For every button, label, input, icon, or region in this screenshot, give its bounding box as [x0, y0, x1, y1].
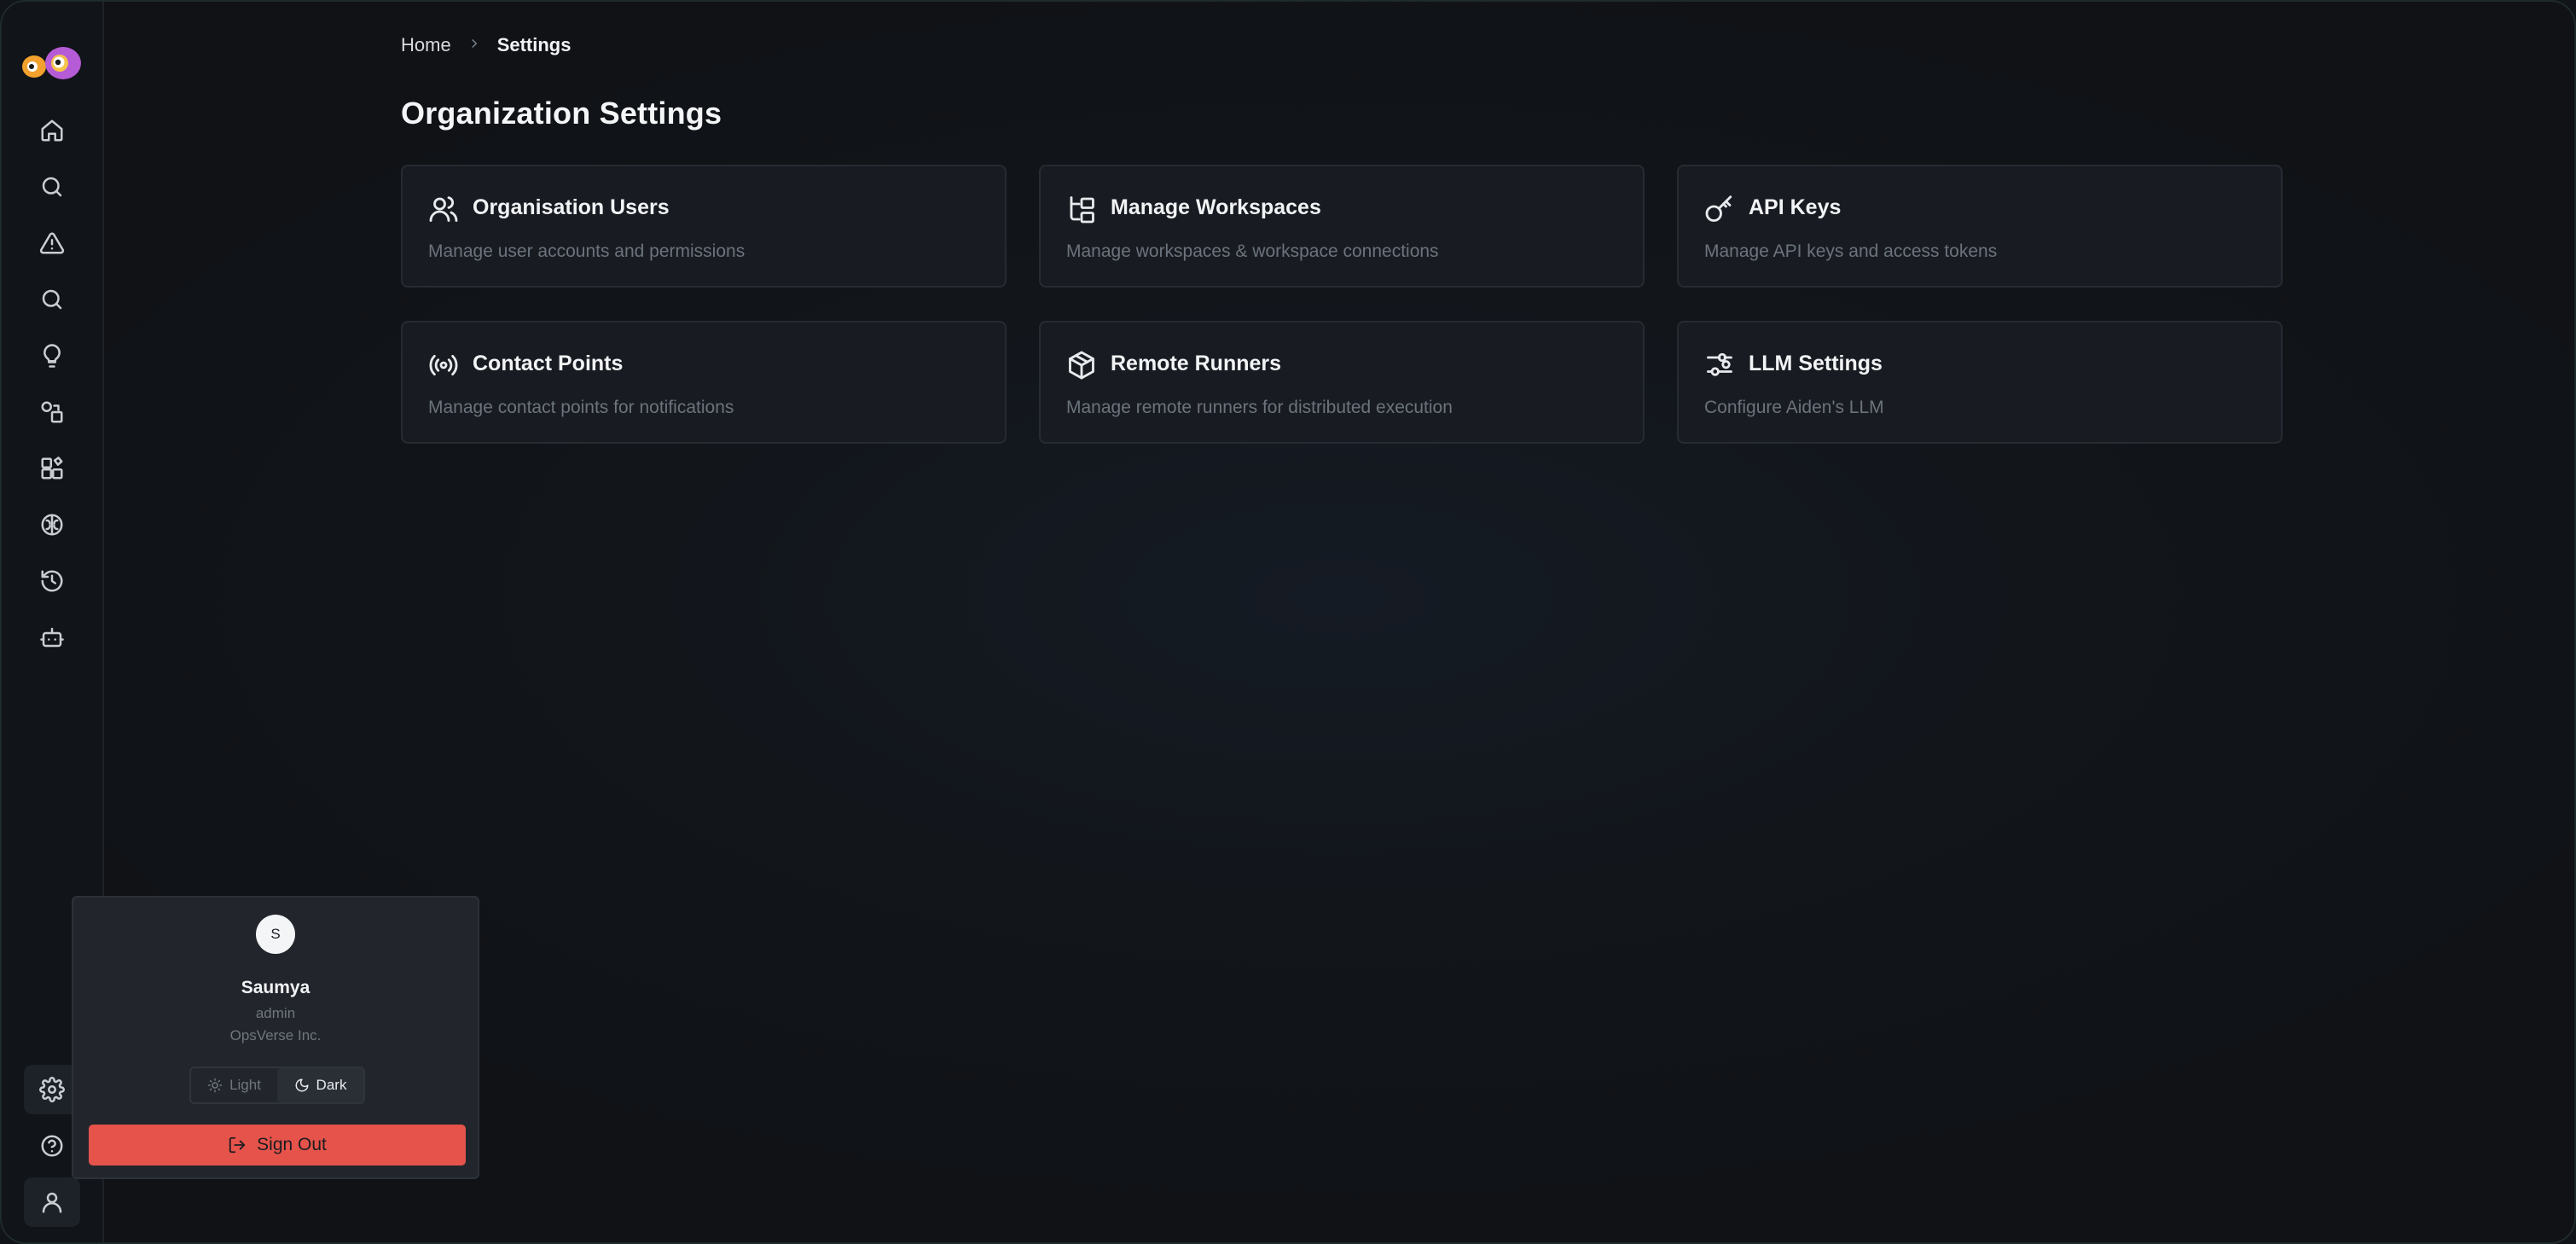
home-icon[interactable]: [24, 106, 80, 155]
card-title: LLM Settings: [1749, 352, 1883, 375]
app-window: Home Settings Organization Settings Orga…: [0, 0, 2576, 1244]
app-logo[interactable]: [20, 44, 84, 85]
shapes-icon[interactable]: [24, 387, 80, 437]
card-description: Manage contact points for notifications: [428, 398, 734, 417]
card-llm-settings[interactable]: LLM Settings Configure Aiden's LLM: [1677, 321, 2283, 444]
brain-icon[interactable]: [24, 500, 80, 549]
card-description: Manage workspaces & workspace connection…: [1066, 241, 1439, 261]
key-icon: [1704, 194, 1735, 224]
user-icon[interactable]: [24, 1177, 80, 1227]
bot-icon[interactable]: [24, 613, 80, 662]
avatar: S: [256, 915, 295, 954]
page-title: Organization Settings: [401, 96, 722, 131]
card-organisation-users[interactable]: Organisation Users Manage user accounts …: [401, 165, 1007, 288]
chevron-right-icon: [467, 34, 482, 56]
card-manage-workspaces[interactable]: Manage Workspaces Manage workspaces & wo…: [1039, 165, 1645, 288]
card-title: Manage Workspaces: [1111, 195, 1321, 219]
card-title: API Keys: [1749, 195, 1842, 219]
card-description: Manage user accounts and permissions: [428, 241, 746, 261]
card-api-keys[interactable]: API Keys Manage API keys and access toke…: [1677, 165, 2283, 288]
card-description: Manage remote runners for distributed ex…: [1066, 398, 1453, 417]
sliders-icon: [1704, 350, 1735, 381]
breadcrumb: Home Settings: [401, 34, 571, 56]
card-title: Remote Runners: [1111, 352, 1282, 375]
theme-light-button[interactable]: Light: [191, 1068, 277, 1102]
theme-dark-label: Dark: [316, 1077, 347, 1093]
folder-tree-icon: [1066, 194, 1097, 224]
card-title: Organisation Users: [473, 195, 670, 219]
package-icon: [1066, 350, 1097, 381]
theme-toggle: Light Dark: [189, 1067, 365, 1104]
user-menu-popup: S Saumya admin OpsVerse Inc. Light Dark …: [72, 896, 479, 1179]
card-description: Configure Aiden's LLM: [1704, 398, 1884, 417]
theme-light-label: Light: [229, 1077, 261, 1093]
search-icon[interactable]: [24, 162, 80, 212]
card-description: Manage API keys and access tokens: [1704, 241, 1998, 261]
user-role: admin: [255, 1005, 296, 1021]
user-name: Saumya: [241, 978, 310, 997]
card-title: Contact Points: [473, 352, 624, 375]
card-contact-points[interactable]: Contact Points Manage contact points for…: [401, 321, 1007, 444]
breadcrumb-current: Settings: [496, 34, 571, 55]
alert-triangle-icon[interactable]: [24, 218, 80, 268]
log-out-icon: [229, 1136, 246, 1154]
dashboard-blocks-icon[interactable]: [24, 444, 80, 493]
lightbulb-icon[interactable]: [24, 331, 80, 381]
users-icon: [428, 194, 459, 224]
radio-broadcast-icon: [428, 350, 459, 381]
sun-icon: [207, 1078, 223, 1093]
search-icon[interactable]: [24, 275, 80, 324]
moon-icon: [295, 1078, 309, 1092]
card-remote-runners[interactable]: Remote Runners Manage remote runners for…: [1039, 321, 1645, 444]
sign-out-button[interactable]: Sign Out: [89, 1125, 466, 1166]
history-icon[interactable]: [24, 556, 80, 606]
breadcrumb-home-link[interactable]: Home: [401, 34, 451, 56]
user-org: OpsVerse Inc.: [229, 1027, 322, 1043]
theme-dark-button[interactable]: Dark: [277, 1068, 363, 1102]
sign-out-label: Sign Out: [257, 1135, 327, 1154]
